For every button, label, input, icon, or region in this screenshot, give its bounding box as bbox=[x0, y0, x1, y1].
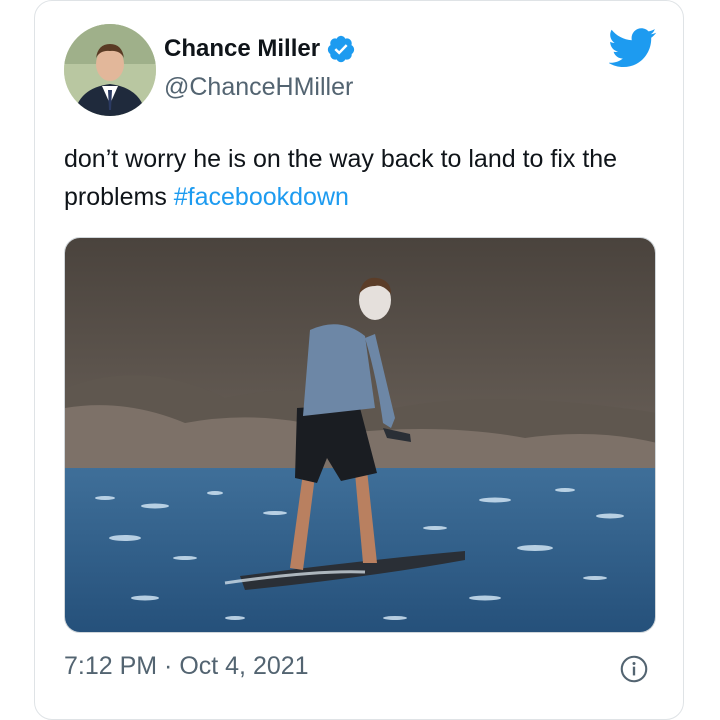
verified-badge-icon bbox=[327, 35, 355, 63]
info-icon[interactable] bbox=[620, 655, 648, 683]
tweet-text: don’t worry he is on the way back to lan… bbox=[64, 140, 654, 216]
author-name[interactable]: Chance Miller bbox=[164, 35, 320, 63]
hashtag-link[interactable]: #facebookdown bbox=[174, 183, 349, 211]
tweet-timestamp[interactable]: 7:12 PM · Oct 4, 2021 bbox=[64, 652, 309, 681]
author-name-row[interactable]: Chance Miller bbox=[164, 34, 356, 64]
twitter-bird-icon[interactable] bbox=[609, 28, 657, 68]
tweet-photo[interactable] bbox=[64, 237, 656, 633]
author-handle[interactable]: @ChanceHMiller bbox=[164, 73, 353, 102]
author-avatar[interactable] bbox=[64, 24, 156, 116]
